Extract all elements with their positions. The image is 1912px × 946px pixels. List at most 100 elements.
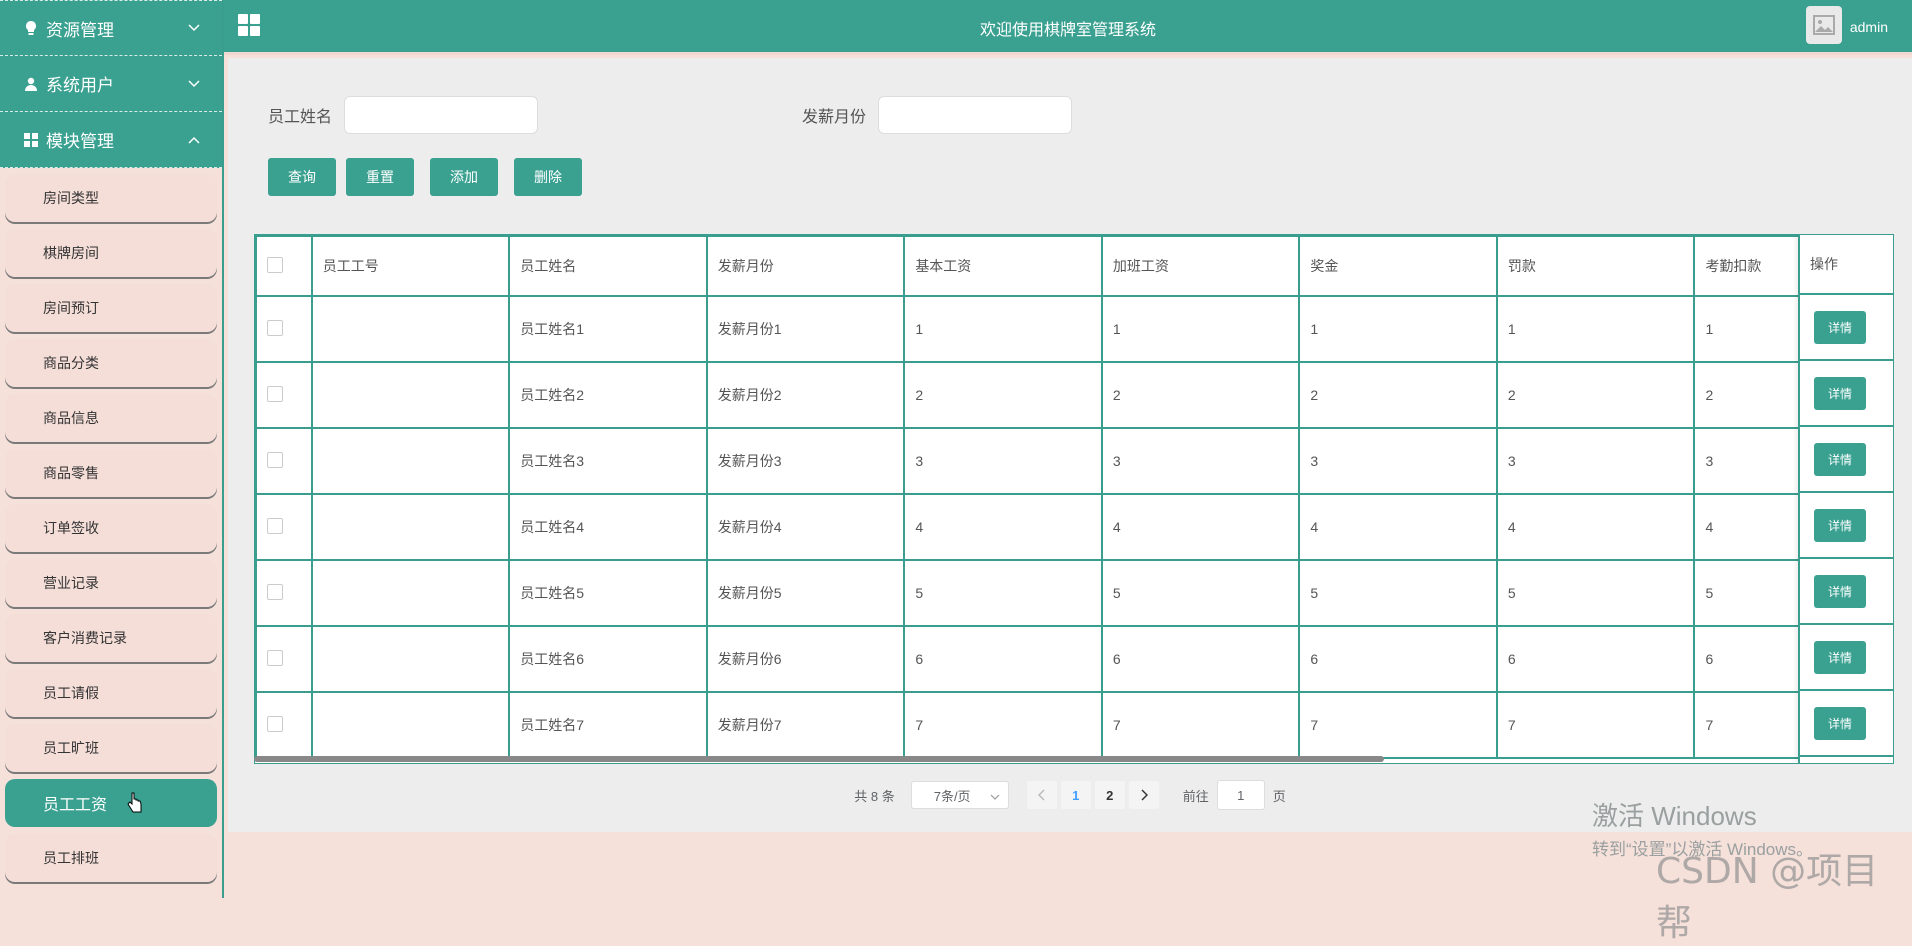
- sidebar-item-product-retail[interactable]: 商品零售: [5, 449, 217, 497]
- windows-watermark-line1: 激活 Windows: [1592, 801, 1757, 831]
- cell-penalty: 3: [1495, 427, 1696, 495]
- goto-page-input[interactable]: 1: [1216, 780, 1265, 810]
- detail-button[interactable]: 详情: [1814, 442, 1867, 476]
- page-button[interactable]: 1: [1060, 781, 1091, 809]
- top-header: 欢迎使用棋牌室管理系统 admin: [224, 0, 1912, 55]
- chevron-up-icon: [188, 133, 200, 147]
- sidebar-item-product-info[interactable]: 商品信息: [5, 394, 217, 442]
- main-content: 员工姓名 发薪月份 查询 重置 添加 删除 员工工号 员工姓名 发薪月份 基本工…: [228, 58, 1912, 832]
- next-page-button[interactable]: [1128, 781, 1159, 809]
- cell-base-salary: 6: [903, 625, 1103, 693]
- sidebar-item-staff-salary[interactable]: 员工工资: [5, 779, 217, 827]
- menu-group-resource[interactable]: 资源管理: [0, 0, 222, 56]
- cell-overtime: 4: [1100, 493, 1301, 561]
- query-button[interactable]: 查询: [268, 158, 336, 196]
- submenu: 房间类型 棋牌房间 房间预订 商品分类 商品信息 商品零售 订单签收 营业记录 …: [0, 174, 222, 882]
- col-header-pay-month: 发薪月份: [705, 235, 906, 297]
- row-checkbox[interactable]: [267, 385, 283, 402]
- table-row: 员工姓名3 发薪月份3 3 3 3 3 3: [255, 427, 1893, 495]
- cell-overtime: 7: [1100, 691, 1301, 759]
- delete-button[interactable]: 删除: [514, 158, 582, 196]
- detail-button[interactable]: 详情: [1814, 574, 1867, 608]
- sidebar-item-room[interactable]: 棋牌房间: [5, 229, 217, 277]
- employee-name-input[interactable]: [344, 96, 539, 134]
- cell-overtime: 6: [1100, 625, 1301, 693]
- detail-button[interactable]: 详情: [1814, 706, 1867, 740]
- menu-group-system-user[interactable]: 系统用户: [0, 56, 222, 112]
- cell-emp-name: 员工姓名4: [508, 493, 708, 561]
- cell-overtime: 2: [1100, 361, 1301, 429]
- pay-month-input[interactable]: [878, 96, 1073, 134]
- chevron-down-icon: [188, 21, 200, 35]
- chevron-down-icon: [188, 77, 200, 91]
- cell-emp-name: 员工姓名7: [508, 691, 708, 759]
- cell-bonus: 3: [1298, 427, 1498, 495]
- employee-name-label: 员工姓名: [268, 109, 333, 126]
- pay-month-label: 发薪月份: [802, 109, 867, 126]
- sidebar-item-staff-leave[interactable]: 员工请假: [5, 669, 217, 717]
- table-row: 员工姓名2 发薪月份2 2 2 2 2 2: [255, 361, 1893, 429]
- bulb-icon: [24, 21, 38, 35]
- row-checkbox[interactable]: [267, 517, 283, 534]
- col-header-penalty: 罚款: [1495, 235, 1696, 297]
- cell-pay-month: 发薪月份6: [705, 625, 906, 693]
- cell-base-salary: 1: [903, 295, 1103, 363]
- cell-pay-month: 发薪月份1: [705, 295, 906, 363]
- cell-overtime: 1: [1100, 295, 1301, 363]
- cell-penalty: 2: [1495, 361, 1696, 429]
- detail-button[interactable]: 详情: [1814, 508, 1867, 542]
- sidebar-item-room-type[interactable]: 房间类型: [5, 174, 217, 222]
- detail-button[interactable]: 详情: [1814, 310, 1867, 344]
- chevron-right-icon: [1141, 789, 1148, 801]
- cell-overtime: 3: [1100, 427, 1301, 495]
- mouse-cursor-icon: [127, 792, 142, 813]
- sidebar-item-room-booking[interactable]: 房间预订: [5, 284, 217, 332]
- sidebar-item-business-record[interactable]: 营业记录: [5, 559, 217, 607]
- row-checkbox[interactable]: [267, 649, 283, 666]
- chevron-left-icon: [1037, 789, 1045, 801]
- col-header-emp-name: 员工姓名: [508, 235, 708, 297]
- cell-pay-month: 发薪月份4: [705, 493, 906, 561]
- row-checkbox[interactable]: [267, 451, 283, 468]
- prev-page-button[interactable]: [1026, 781, 1057, 809]
- select-all-checkbox[interactable]: [267, 256, 283, 273]
- goto-page: 前往 1 页: [1183, 780, 1286, 810]
- cell-bonus: 6: [1298, 625, 1498, 693]
- cell-penalty: 6: [1495, 625, 1696, 693]
- cell-emp-no: [310, 691, 511, 759]
- table-row: 员工姓名7 发薪月份7 7 7 7 7 7: [255, 691, 1893, 759]
- sidebar-item-staff-schedule[interactable]: 员工排班: [5, 834, 217, 882]
- sidebar-item-staff-absence[interactable]: 员工旷班: [5, 724, 217, 772]
- image-icon: [1813, 15, 1835, 35]
- horizontal-scrollbar[interactable]: [254, 756, 1384, 762]
- page-button[interactable]: 2: [1094, 781, 1125, 809]
- col-header-emp-no: 员工工号: [310, 235, 511, 297]
- table-row: 员工姓名6 发薪月份6 6 6 6 6 6: [255, 625, 1893, 693]
- username[interactable]: admin: [1850, 19, 1888, 35]
- menu-group-label: 模块管理: [46, 132, 114, 151]
- avatar[interactable]: [1806, 6, 1842, 44]
- cell-penalty: 1: [1495, 295, 1696, 363]
- cell-bonus: 4: [1298, 493, 1498, 561]
- add-button[interactable]: 添加: [430, 158, 498, 196]
- cell-emp-name: 员工姓名6: [508, 625, 708, 693]
- row-checkbox[interactable]: [267, 583, 283, 600]
- sidebar-item-order-receipt[interactable]: 订单签收: [5, 504, 217, 552]
- row-checkbox[interactable]: [267, 715, 283, 732]
- goto-label: 前往: [1182, 788, 1209, 804]
- cell-penalty: 4: [1495, 493, 1696, 561]
- operations-column: 操作 详情 详情 详情 详情 详情 详情 详情: [1798, 235, 1893, 763]
- page-size-select[interactable]: 7条/页: [910, 781, 1009, 809]
- detail-button[interactable]: 详情: [1814, 640, 1867, 674]
- col-header-bonus: 奖金: [1298, 235, 1498, 297]
- cell-emp-no: [310, 559, 511, 627]
- cell-emp-no: [310, 493, 511, 561]
- row-checkbox[interactable]: [267, 319, 283, 336]
- cell-base-salary: 5: [903, 559, 1103, 627]
- sidebar-item-customer-spending[interactable]: 客户消费记录: [5, 614, 217, 662]
- detail-button[interactable]: 详情: [1814, 376, 1867, 410]
- sidebar-item-product-category[interactable]: 商品分类: [5, 339, 217, 387]
- menu-group-module[interactable]: 模块管理: [0, 112, 222, 168]
- reset-button[interactable]: 重置: [346, 158, 414, 196]
- cell-emp-no: [310, 361, 511, 429]
